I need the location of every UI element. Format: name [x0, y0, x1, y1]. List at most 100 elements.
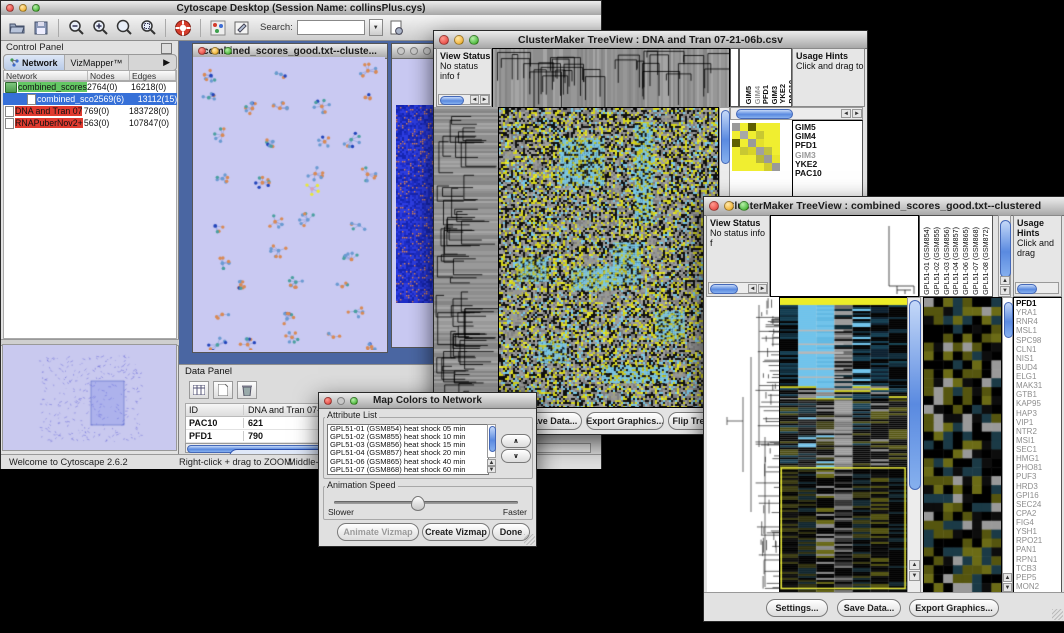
frame-minimize-button[interactable]	[211, 47, 219, 55]
zoom-button[interactable]	[32, 4, 40, 12]
zoom-cell[interactable]	[772, 123, 780, 131]
search-input[interactable]	[297, 20, 365, 35]
gene-label[interactable]: MSI1	[1014, 436, 1061, 445]
usage-hscrollbar[interactable]	[1015, 282, 1059, 294]
column-dendrogram[interactable]	[492, 48, 730, 108]
frame-close-button[interactable]	[397, 47, 405, 55]
animation-speed-slider[interactable]	[334, 501, 518, 504]
frame-zoom-button[interactable]	[423, 47, 431, 55]
zoom-cell[interactable]	[748, 147, 756, 155]
export-graphics-button[interactable]: Export Graphics...	[909, 599, 999, 617]
zoom-cell[interactable]	[740, 131, 748, 139]
scrollbar-thumb[interactable]	[736, 109, 793, 119]
tab-vizmapper[interactable]: VizMapper™	[65, 55, 130, 70]
frame-minimize-button[interactable]	[410, 47, 418, 55]
global-heatmap[interactable]	[779, 297, 908, 593]
zoom-cell[interactable]	[732, 123, 740, 131]
save-icon[interactable]	[31, 18, 51, 38]
gene-label[interactable]: SEC1	[1014, 445, 1061, 454]
zoom-cell[interactable]	[772, 131, 780, 139]
zoom-cell[interactable]	[772, 139, 780, 147]
scroll-up-arrow[interactable]: ▲	[1003, 573, 1012, 582]
export-graphics-button[interactable]: Export Graphics...	[586, 412, 664, 430]
scroll-down-arrow[interactable]: ▼	[909, 571, 920, 581]
network-list-row[interactable]: combined_sco2569(6)13112(15)	[3, 93, 177, 105]
gene-label[interactable]: YSH1	[1014, 527, 1061, 536]
zoom-out-icon[interactable]	[66, 18, 86, 38]
slider-thumb[interactable]	[411, 496, 425, 511]
gene-label[interactable]: CLN1	[1014, 345, 1061, 354]
resize-grip[interactable]	[524, 534, 535, 545]
zoom-cell[interactable]	[772, 147, 780, 155]
attribute-table-icon[interactable]	[189, 381, 209, 399]
labels-vscrollbar[interactable]: ▲ ▼	[998, 215, 1011, 297]
gene-label[interactable]: NIS1	[1014, 354, 1061, 363]
scrollbar-thumb[interactable]	[1004, 302, 1013, 338]
create-vizmap-button[interactable]: Create Vizmap	[422, 523, 490, 541]
gene-label[interactable]: PAC10	[793, 169, 862, 178]
scroll-down-arrow[interactable]: ▼	[1003, 583, 1012, 592]
report-icon[interactable]	[387, 18, 407, 38]
open-folder-icon[interactable]	[7, 18, 27, 38]
zoom-cell[interactable]	[748, 139, 756, 147]
zoom-cell[interactable]	[740, 155, 748, 163]
new-attribute-icon[interactable]	[213, 381, 233, 399]
gene-label[interactable]: ELG1	[1014, 372, 1061, 381]
scroll-down-arrow[interactable]: ▼	[487, 466, 496, 473]
zoom-cell[interactable]	[740, 147, 748, 155]
scrollbar-thumb[interactable]	[440, 96, 464, 105]
zoom-cell[interactable]	[756, 147, 764, 155]
close-button[interactable]	[439, 35, 449, 45]
network-overview-panel[interactable]	[2, 344, 177, 451]
zoom-cell[interactable]	[740, 139, 748, 147]
scroll-right-arrow[interactable]: ►	[758, 284, 767, 293]
tree-divider-strip[interactable]	[730, 48, 739, 107]
help-lifering-icon[interactable]	[173, 18, 193, 38]
network-view-frame[interactable]: combined_scores_good.txt--cluste...	[192, 43, 388, 353]
network-list-row[interactable]: RNAPuberNov2+563(0)107847(0)	[3, 117, 177, 129]
gene-label[interactable]: NTR2	[1014, 427, 1061, 436]
minimize-button[interactable]	[724, 201, 734, 211]
heatmap-vscrollbar[interactable]: ▲ ▼	[907, 297, 921, 593]
gene-label[interactable]: VIP1	[1014, 418, 1061, 427]
zoom-cell[interactable]	[748, 131, 756, 139]
gene-label[interactable]: PUF3	[1014, 472, 1061, 481]
zoom-button[interactable]	[469, 35, 479, 45]
tab-network[interactable]: Network	[4, 55, 65, 70]
scrollbar-thumb[interactable]	[489, 426, 496, 452]
gene-label[interactable]: PEP5	[1014, 573, 1061, 582]
dialog-titlebar[interactable]: Map Colors to Network	[319, 393, 536, 409]
zoom-cell[interactable]	[764, 139, 772, 147]
treeview2-titlebar[interactable]: ClusterMaker TreeView : combined_scores_…	[704, 197, 1064, 216]
frame-zoom-button[interactable]	[224, 47, 232, 55]
dense-network-canvas[interactable]	[396, 105, 434, 303]
close-button[interactable]	[324, 397, 332, 405]
zoom-cell[interactable]	[772, 163, 780, 171]
gene-label[interactable]: PFD1	[1014, 299, 1061, 308]
zoom-selected-icon[interactable]	[138, 18, 158, 38]
tab-overflow-arrow[interactable]: ▶	[157, 55, 176, 70]
zoom-cell[interactable]	[732, 155, 740, 163]
scroll-left-arrow[interactable]: ◄	[841, 109, 851, 118]
cytoscape-titlebar[interactable]: Cytoscape Desktop (Session Name: collins…	[1, 1, 601, 16]
gene-label[interactable]: PAN1	[1014, 545, 1061, 554]
scroll-left-arrow[interactable]: ◄	[748, 284, 757, 293]
row-dendrogram[interactable]	[707, 297, 779, 593]
scroll-left-arrow[interactable]: ◄	[470, 95, 479, 104]
close-button[interactable]	[6, 4, 14, 12]
global-heatmap[interactable]	[498, 107, 719, 408]
scroll-up-arrow[interactable]: ▲	[909, 560, 920, 570]
annotation-icon[interactable]	[232, 18, 252, 38]
gene-label[interactable]: GTB1	[1014, 390, 1061, 399]
zoom-heatmap[interactable]	[923, 297, 1002, 593]
gene-label[interactable]: SPC98	[1014, 336, 1061, 345]
zoom-heatmap[interactable]	[732, 123, 780, 171]
gene-label[interactable]: GPI16	[1014, 491, 1061, 500]
settings-button[interactable]: Settings...	[766, 599, 828, 617]
gene-label[interactable]: BUD4	[1014, 363, 1061, 372]
scrollbar-thumb[interactable]	[1000, 220, 1011, 278]
scrollbar-thumb[interactable]	[710, 284, 738, 294]
network-list-row[interactable]: DNA and Tran 07769(0)183728(0)	[3, 105, 177, 117]
zoom-cell[interactable]	[756, 139, 764, 147]
minimize-button[interactable]	[19, 4, 27, 12]
